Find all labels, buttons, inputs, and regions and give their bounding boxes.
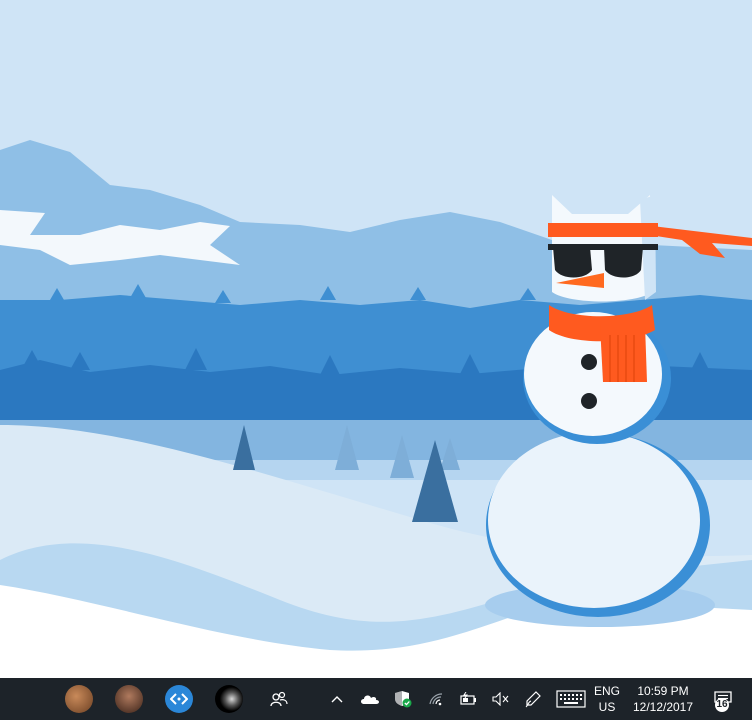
- defender-tray-button[interactable]: [386, 678, 420, 720]
- windows-watermark: Windows 10 Enterprise Insider Preview Ev…: [465, 640, 744, 670]
- media-app-icon: [215, 685, 243, 713]
- onedrive-tray-button[interactable]: [354, 678, 386, 720]
- clock-button[interactable]: 10:59 PM 12/12/2017: [622, 678, 704, 720]
- battery-tray-button[interactable]: [452, 678, 486, 720]
- clock-time: 10:59 PM: [637, 684, 689, 698]
- language-code: ENG: [593, 684, 620, 698]
- taskbar-app-1[interactable]: [54, 678, 104, 720]
- input-language-button[interactable]: ENG US: [592, 678, 622, 720]
- people-button[interactable]: [254, 678, 304, 720]
- pen-icon: [525, 691, 541, 708]
- touch-keyboard-icon: [556, 690, 586, 708]
- photo-app-1-icon: [65, 685, 93, 713]
- battery-icon: [460, 692, 476, 705]
- defender-shield-icon: [395, 691, 412, 708]
- wifi-icon: [429, 693, 443, 706]
- touch-keyboard-button[interactable]: [550, 678, 592, 720]
- volume-tray-button[interactable]: [486, 678, 516, 720]
- onedrive-cloud-icon: [361, 695, 379, 704]
- watermark-edition: Windows 10 Enterprise Insider Preview: [552, 641, 744, 653]
- desktop-wallpaper: [0, 0, 752, 678]
- people-icon: [270, 691, 288, 707]
- clock-date: 12/12/2017: [632, 700, 694, 714]
- watermark-build: Evaluation copy. Build 17063.rs_prerelea…: [464, 656, 744, 668]
- taskbar-app-2[interactable]: [104, 678, 154, 720]
- snowman-landscape: [0, 0, 752, 678]
- taskbar-app-3[interactable]: [154, 678, 204, 720]
- volume-muted-icon: [492, 692, 509, 706]
- network-tray-button[interactable]: [420, 678, 452, 720]
- taskbar-app-4[interactable]: [204, 678, 254, 720]
- region-code: US: [598, 700, 616, 714]
- chevron-up-icon: [331, 696, 343, 703]
- show-hidden-icons-button[interactable]: [320, 678, 354, 720]
- taskbar: ENG US 10:59 PM 12/12/2017: [0, 678, 752, 720]
- windows-ink-button[interactable]: [516, 678, 550, 720]
- remote-desktop-icon: [165, 685, 193, 713]
- notification-count-badge: 16: [715, 698, 729, 712]
- photo-app-2-icon: [115, 685, 143, 713]
